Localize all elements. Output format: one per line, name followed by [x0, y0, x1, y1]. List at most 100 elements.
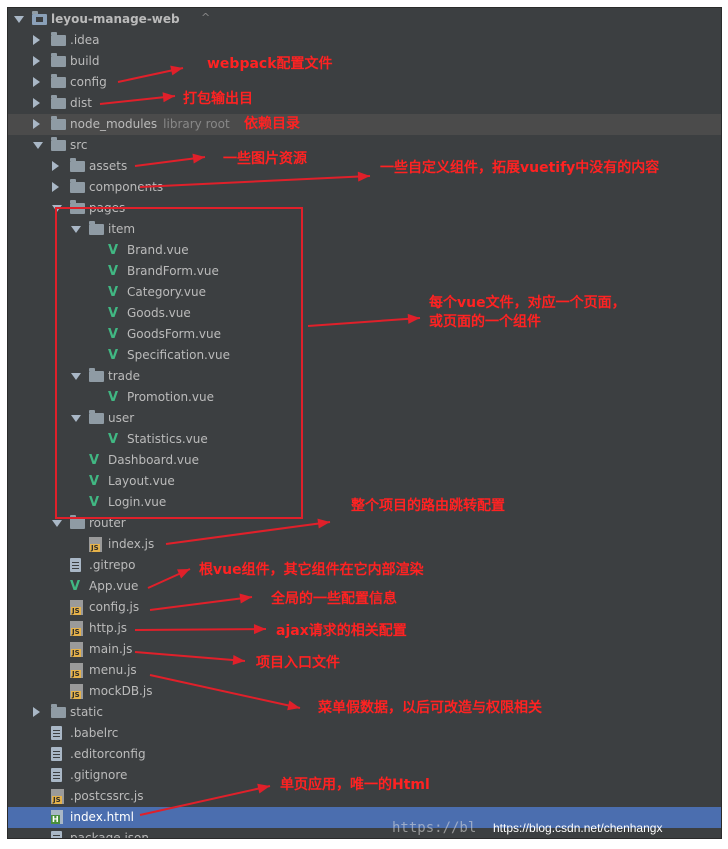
- tree-item-label: index.html: [70, 809, 134, 826]
- tree-row-dashboard-vue[interactable]: V Dashboard.vue: [8, 450, 721, 471]
- folder-icon: [70, 200, 85, 214]
- tree-item-name: node_modules: [70, 117, 158, 131]
- tree-item-name: config.js: [89, 600, 140, 614]
- annotation-config: webpack配置文件: [207, 56, 333, 72]
- chevron-down-icon[interactable]: [52, 205, 62, 212]
- tree-item-label: trade: [108, 368, 140, 385]
- tree-item-name: .postcssrc.js: [70, 789, 144, 803]
- folder-icon: [51, 74, 66, 88]
- tree-row-pages[interactable]: pages: [8, 198, 721, 219]
- tree-item-name: static: [70, 705, 103, 719]
- tree-row-babelrc[interactable]: .babelrc: [8, 723, 721, 744]
- tree-row-main-js[interactable]: main.js: [8, 639, 721, 660]
- tree-item-name: user: [108, 411, 135, 425]
- tree-item-name: assets: [89, 159, 128, 173]
- tree-item-label: user: [108, 410, 134, 427]
- tree-item-name: GoodsForm.vue: [127, 327, 221, 341]
- tree-item-label: GoodsForm.vue: [127, 326, 221, 343]
- folder-icon: [70, 179, 85, 193]
- vue-file-icon: V: [108, 432, 119, 447]
- tree-item-name: mockDB.js: [89, 684, 153, 698]
- text-file-icon: [51, 768, 62, 782]
- chevron-right-icon[interactable]: [33, 119, 40, 129]
- chevron-right-icon[interactable]: [33, 35, 40, 45]
- tree-item-name: BrandForm.vue: [127, 264, 219, 278]
- tree-item-label: Dashboard.vue: [108, 452, 199, 469]
- tree-row-editorconfig[interactable]: .editorconfig: [8, 744, 721, 765]
- tree-row-build[interactable]: build: [8, 51, 721, 72]
- vue-file-icon: V: [108, 348, 119, 363]
- tree-item-name: Login.vue: [108, 495, 167, 509]
- tree-item-label: Category.vue: [127, 284, 206, 301]
- tree-row-promotion-vue[interactable]: V Promotion.vue: [8, 387, 721, 408]
- chevron-right-icon[interactable]: [52, 161, 59, 171]
- tree-item-name: index.js: [108, 537, 155, 551]
- tree-row-leyou-manage-web[interactable]: leyou-manage-web ^: [8, 9, 721, 30]
- tree-row-node-modules[interactable]: node_modules library root: [8, 114, 721, 135]
- vue-file-icon: V: [89, 474, 100, 489]
- chevron-down-icon[interactable]: [33, 142, 43, 149]
- js-file-icon: [70, 600, 83, 615]
- vue-file-icon: V: [108, 264, 119, 279]
- vue-file-icon: V: [89, 453, 100, 468]
- text-file-icon: [51, 831, 62, 838]
- tree-item-name: item: [108, 222, 136, 236]
- tree-item-name: dist: [70, 96, 92, 110]
- chevron-right-icon[interactable]: [33, 707, 40, 717]
- tree-row-components[interactable]: components: [8, 177, 721, 198]
- tree-row-brandform-vue[interactable]: V BrandForm.vue: [8, 261, 721, 282]
- chevron-down-icon[interactable]: [14, 16, 24, 23]
- tree-item-name: components: [89, 180, 164, 194]
- tree-row-index-js[interactable]: index.js: [8, 534, 721, 555]
- annotation-app-vue: 根vue组件，其它组件在它内部渲染: [199, 562, 424, 578]
- tree-row-goodsform-vue[interactable]: V GoodsForm.vue: [8, 324, 721, 345]
- tree-row-dist[interactable]: dist: [8, 93, 721, 114]
- tree-item-label: router: [89, 515, 126, 532]
- vue-file-icon: V: [108, 285, 119, 300]
- tree-item-label: Statistics.vue: [127, 431, 208, 448]
- tree-item-name: pages: [89, 201, 126, 215]
- tree-item-name: router: [89, 516, 126, 530]
- annotation-components: 一些自定义组件，拓展vuetify中没有的内容: [380, 160, 660, 176]
- tree-item-name: menu.js: [89, 663, 137, 677]
- annotation-pages-line2: 或页面的一个组件: [429, 314, 541, 330]
- chevron-down-icon[interactable]: [71, 373, 81, 380]
- tree-row-router[interactable]: router: [8, 513, 721, 534]
- tree-row-layout-vue[interactable]: V Layout.vue: [8, 471, 721, 492]
- tree-item-label: assets: [89, 158, 127, 175]
- tree-row-idea[interactable]: .idea: [8, 30, 721, 51]
- chevron-right-icon[interactable]: [52, 182, 59, 192]
- tree-item-label: config.js: [89, 599, 139, 616]
- tree-row-config[interactable]: config: [8, 72, 721, 93]
- tree-item-label: build: [70, 53, 100, 70]
- tree-row-statistics-vue[interactable]: V Statistics.vue: [8, 429, 721, 450]
- library-root-tag: library root: [163, 117, 230, 131]
- tree-item-name: Goods.vue: [127, 306, 191, 320]
- chevron-right-icon[interactable]: [33, 98, 40, 108]
- chevron-down-icon[interactable]: [71, 415, 81, 422]
- tree-row-specification-vue[interactable]: V Specification.vue: [8, 345, 721, 366]
- folder-icon: [89, 221, 104, 235]
- tree-row-item[interactable]: item: [8, 219, 721, 240]
- tree-item-label: BrandForm.vue: [127, 263, 219, 280]
- tree-row-menu-js[interactable]: menu.js: [8, 660, 721, 681]
- tree-row-trade[interactable]: trade: [8, 366, 721, 387]
- annotation-main-js: 项目入口文件: [256, 655, 340, 671]
- folder-icon: [51, 53, 66, 67]
- tree-row-user[interactable]: user: [8, 408, 721, 429]
- chevron-down-icon[interactable]: [52, 520, 62, 527]
- project-folder-icon: [32, 11, 47, 25]
- tree-row-brand-vue[interactable]: V Brand.vue: [8, 240, 721, 261]
- chevron-right-icon[interactable]: [33, 77, 40, 87]
- tree-item-label: .editorconfig: [70, 746, 146, 763]
- tree-item-name: Specification.vue: [127, 348, 230, 362]
- chevron-down-icon[interactable]: [71, 226, 81, 233]
- tree-item-name: http.js: [89, 621, 128, 635]
- annotation-pages-line1: 每个vue文件，对应一个页面，: [429, 295, 626, 311]
- folder-icon: [89, 410, 104, 424]
- tree-item-name: main.js: [89, 642, 133, 656]
- tree-item-name: Dashboard.vue: [108, 453, 200, 467]
- vue-file-icon: V: [108, 243, 119, 258]
- tree-row-src[interactable]: src: [8, 135, 721, 156]
- chevron-right-icon[interactable]: [33, 56, 40, 66]
